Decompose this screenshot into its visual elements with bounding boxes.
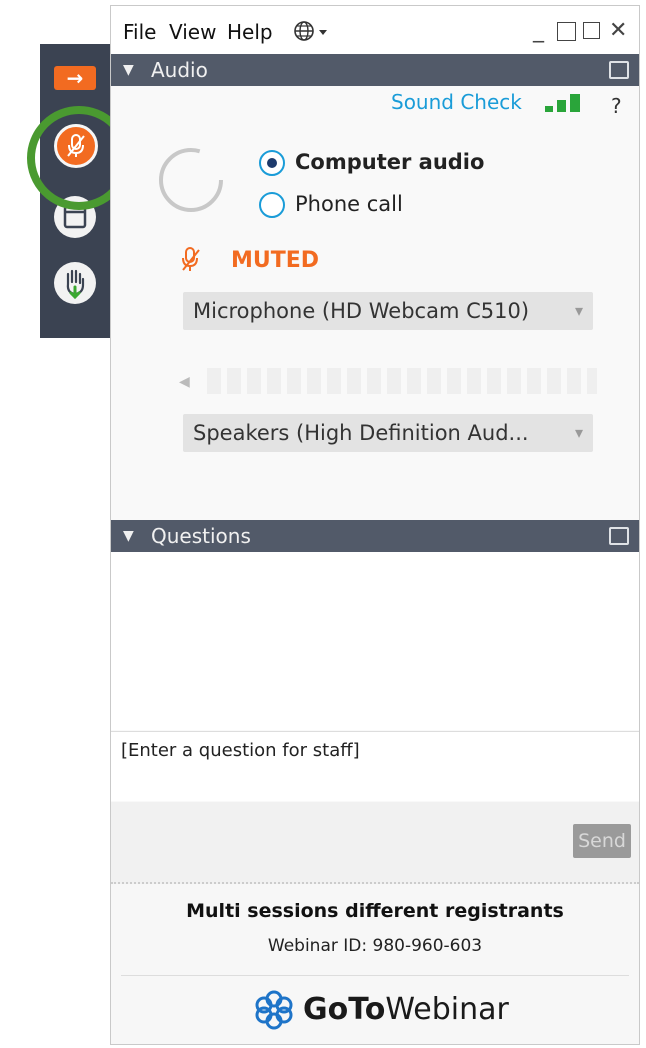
- brand-name: GoToWebinar: [303, 992, 509, 1027]
- speakers-select-value: Speakers (High Definition Aud...: [193, 421, 529, 445]
- globe-icon: [294, 21, 327, 41]
- audio-panel-title: Audio: [151, 58, 208, 82]
- send-area: Send: [111, 802, 639, 884]
- gotowebinar-logo-icon: [255, 990, 293, 1030]
- close-button[interactable]: ✕: [609, 18, 627, 43]
- computer-audio-label[interactable]: Computer audio: [295, 150, 484, 174]
- menu-view[interactable]: View: [169, 20, 216, 44]
- chevron-down-icon: ▾: [574, 423, 583, 442]
- popout-icon[interactable]: [609, 527, 629, 545]
- restore-button[interactable]: [583, 22, 600, 39]
- collapse-panel-button[interactable]: →: [54, 66, 96, 90]
- webinar-id: Webinar ID: 980-960-603: [267, 936, 483, 956]
- collapse-triangle-icon: ▼: [123, 62, 134, 78]
- questions-panel-header[interactable]: ▼ Questions: [111, 520, 639, 552]
- questions-log: [111, 552, 639, 730]
- question-input[interactable]: [Enter a question for staff]: [111, 731, 639, 801]
- computer-audio-radio[interactable]: [259, 150, 285, 176]
- popout-icon[interactable]: [609, 61, 629, 79]
- session-footer: Multi sessions different registrants Web…: [111, 884, 639, 1044]
- signal-bars-icon: [545, 94, 580, 112]
- menu-bar: File View Help _ ✕: [111, 6, 639, 54]
- audio-level-ring: [159, 148, 223, 212]
- maximize-button[interactable]: [557, 22, 576, 41]
- muted-status: MUTED: [231, 248, 320, 273]
- raise-hand-button[interactable]: [54, 262, 96, 304]
- questions-panel-title: Questions: [151, 524, 251, 548]
- raise-hand-icon: [66, 269, 85, 300]
- send-button[interactable]: Send: [573, 824, 631, 858]
- microphone-muted-icon: [182, 247, 200, 271]
- phone-call-radio[interactable]: [259, 192, 285, 218]
- speakers-select[interactable]: Speakers (High Definition Aud... ▾: [183, 414, 593, 452]
- speaker-icon: ◀: [179, 374, 190, 390]
- session-title: Multi sessions different registrants: [186, 900, 564, 922]
- collapse-triangle-icon: ▼: [123, 528, 134, 544]
- microphone-select[interactable]: Microphone (HD Webcam C510) ▾: [183, 292, 593, 330]
- sound-check-link[interactable]: Sound Check: [391, 90, 522, 114]
- phone-call-label[interactable]: Phone call: [295, 192, 403, 216]
- minimize-button[interactable]: _: [533, 18, 544, 43]
- speaker-volume-meter: [207, 368, 597, 394]
- menu-file[interactable]: File: [123, 20, 156, 44]
- help-icon[interactable]: ?: [611, 94, 622, 118]
- microphone-select-value: Microphone (HD Webcam C510): [193, 299, 530, 323]
- menu-help[interactable]: Help: [227, 20, 273, 44]
- chevron-down-icon: ▾: [574, 301, 583, 320]
- arrow-right-icon: →: [66, 66, 84, 90]
- webinar-control-panel: File View Help _ ✕ ▼ Audio Sound Check ?: [110, 5, 640, 1045]
- language-menu[interactable]: [293, 20, 333, 46]
- footer-divider: [121, 975, 629, 976]
- audio-panel-header[interactable]: ▼ Audio: [111, 54, 639, 86]
